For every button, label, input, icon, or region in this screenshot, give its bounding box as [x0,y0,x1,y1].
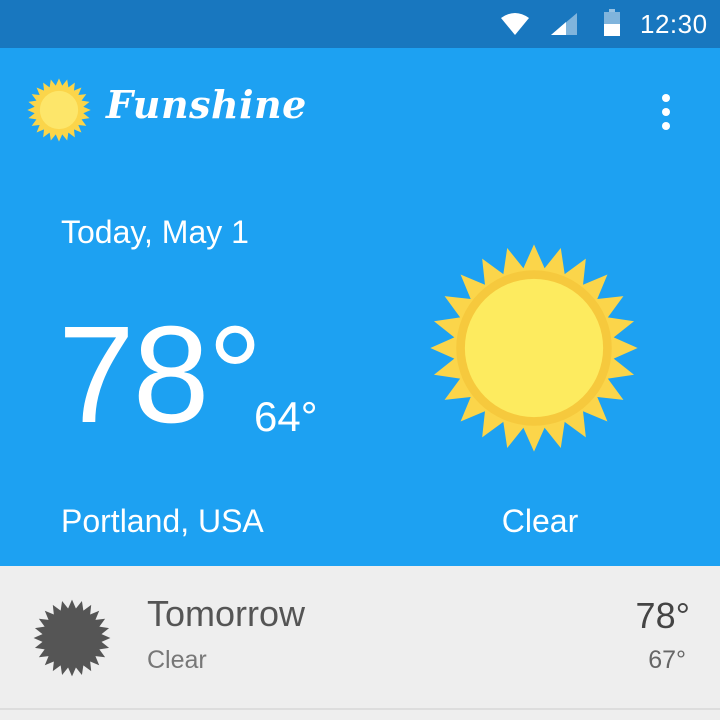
wifi-icon [501,13,529,35]
sun-logo-icon [27,78,91,142]
cell-signal-icon [551,13,577,35]
status-bar: 12:30 [0,0,720,48]
today-condition: Clear [501,503,579,539]
app-title: Funshine [106,82,307,127]
today-date: Today, May 1 [61,214,249,250]
today-panel[interactable]: Today, May 1 78° 64° Portland, USA Clear [0,168,720,566]
forecast-day: Tomorrow [147,593,306,634]
today-low-temp: 64° [254,393,318,440]
clear-sun-icon [33,599,111,677]
today-high-temp: 78° [58,298,263,452]
status-time: 12:30 [640,9,708,39]
overflow-menu-icon[interactable] [650,90,680,134]
forecast-high-temp: 78° [635,595,690,636]
app-bar: Funshine [0,48,720,168]
forecast-condition: Clear [147,646,207,674]
today-location: Portland, USA [61,503,264,539]
clear-sun-icon [430,244,638,452]
list-item[interactable]: Tomorrow Clear 78° 67° [0,566,720,710]
forecast-low-temp: 67° [648,646,686,674]
battery-icon [604,9,620,36]
